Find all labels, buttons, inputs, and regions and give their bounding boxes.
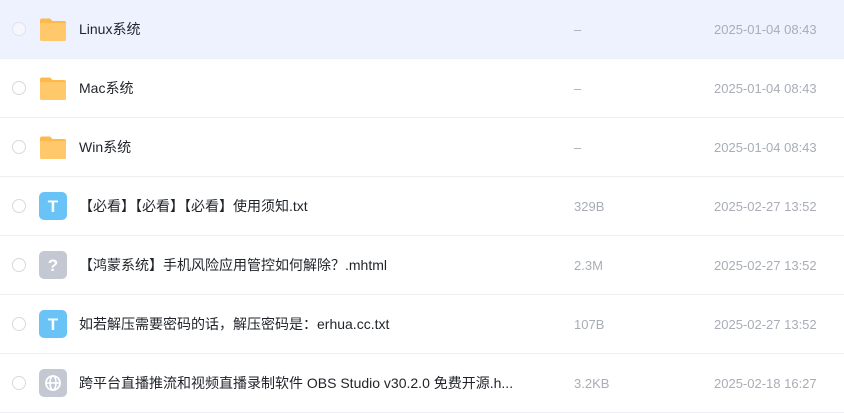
- file-date: 2025-02-27 13:52: [714, 317, 817, 332]
- folder-icon: [40, 77, 66, 100]
- row-select-radio[interactable]: [12, 22, 26, 36]
- file-name[interactable]: 跨平台直播推流和视频直播录制软件 OBS Studio v30.2.0 免费开源…: [79, 374, 513, 392]
- text-file-icon: T: [39, 310, 67, 338]
- file-row[interactable]: ? 【鸿蒙系统】手机风险应用管控如何解除？.mhtml 2.3M 2025-02…: [0, 236, 844, 295]
- row-select-radio[interactable]: [12, 258, 26, 272]
- row-select-radio[interactable]: [12, 376, 26, 390]
- row-select-radio[interactable]: [12, 317, 26, 331]
- file-name[interactable]: 如若解压需要密码的话，解压密码是：erhua.cc.txt: [79, 315, 389, 333]
- file-size: 329B: [574, 199, 605, 214]
- row-select-radio[interactable]: [12, 140, 26, 154]
- file-list: Linux系统 – 2025-01-04 08:43 Mac系统 – 2025-…: [0, 0, 844, 413]
- file-name[interactable]: 【必看】【必看】【必看】使用须知.txt: [79, 197, 308, 215]
- svg-text:?: ?: [48, 256, 58, 275]
- file-date: 2025-01-04 08:43: [714, 81, 817, 96]
- file-row[interactable]: Mac系统 – 2025-01-04 08:43: [0, 59, 844, 118]
- file-name[interactable]: Win系统: [79, 138, 131, 156]
- file-name[interactable]: Mac系统: [79, 79, 133, 97]
- unknown-file-icon: ?: [39, 251, 67, 279]
- svg-text:T: T: [48, 197, 59, 216]
- file-date: 2025-01-04 08:43: [714, 140, 817, 155]
- file-date: 2025-02-27 13:52: [714, 258, 817, 273]
- file-size: –: [574, 22, 582, 37]
- file-name[interactable]: Linux系统: [79, 20, 140, 38]
- file-row[interactable]: 跨平台直播推流和视频直播录制软件 OBS Studio v30.2.0 免费开源…: [0, 354, 844, 413]
- text-file-icon: T: [39, 192, 67, 220]
- row-select-radio[interactable]: [12, 81, 26, 95]
- file-row[interactable]: T 如若解压需要密码的话，解压密码是：erhua.cc.txt 107B 202…: [0, 295, 844, 354]
- file-size: –: [574, 81, 582, 96]
- folder-icon: [40, 18, 66, 41]
- file-date: 2025-02-27 13:52: [714, 199, 817, 214]
- svg-text:T: T: [48, 315, 59, 334]
- file-row[interactable]: Linux系统 – 2025-01-04 08:43: [0, 0, 844, 59]
- file-row[interactable]: T 【必看】【必看】【必看】使用须知.txt 329B 2025-02-27 1…: [0, 177, 844, 236]
- row-select-radio[interactable]: [12, 199, 26, 213]
- folder-icon: [40, 136, 66, 159]
- web-file-icon: [39, 369, 67, 397]
- file-size: 2.3M: [574, 258, 603, 273]
- file-row[interactable]: Win系统 – 2025-01-04 08:43: [0, 118, 844, 177]
- file-date: 2025-01-04 08:43: [714, 22, 817, 37]
- file-name[interactable]: 【鸿蒙系统】手机风险应用管控如何解除？.mhtml: [79, 256, 387, 274]
- file-size: 3.2KB: [574, 376, 610, 391]
- file-size: 107B: [574, 317, 605, 332]
- file-size: –: [574, 140, 582, 155]
- file-date: 2025-02-18 16:27: [714, 376, 817, 391]
